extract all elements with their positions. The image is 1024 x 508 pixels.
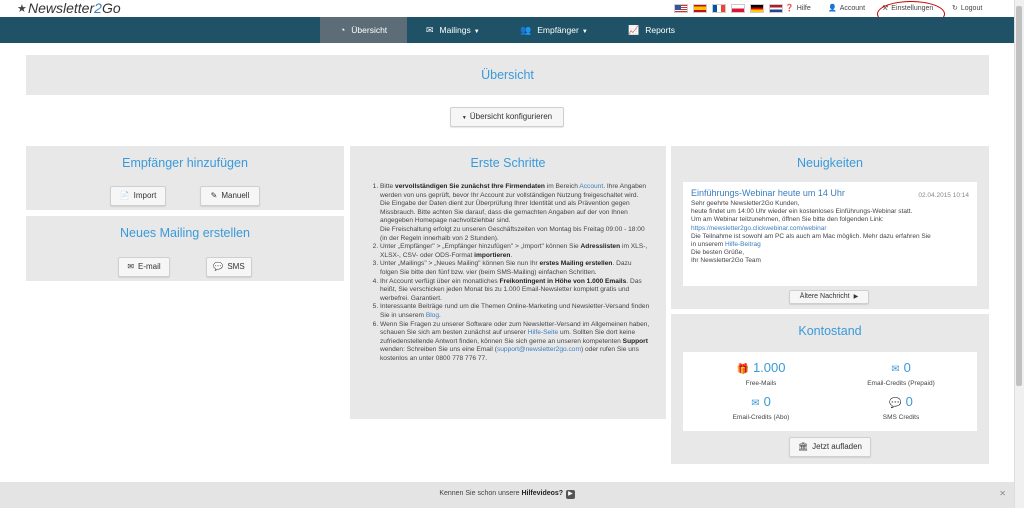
sms-button[interactable]: 💬 SMS (206, 257, 252, 277)
webinar-link[interactable]: https://newsletter2go.clickwebinar.com/w… (691, 225, 969, 233)
file-icon: 📄 (119, 191, 130, 200)
language-flags (674, 4, 783, 13)
mailing-panel: Neues Mailing erstellen ✉ E-mail 💬 SMS (26, 216, 344, 281)
account-status-title: Kontostand (798, 324, 862, 338)
user-icon: 👤 (828, 5, 837, 12)
help-videos-link[interactable]: Hilfevideos? (521, 490, 563, 497)
nav-item-mailings[interactable]: ✉ Mailings ▼ (426, 17, 480, 43)
first-steps-list: Bitte vervollständigen Sie zunächst Ihre… (370, 183, 650, 363)
flag-polish-icon[interactable] (731, 4, 745, 13)
news-item-body: Sehr geehrte Newsletter2Go Kunden, heute… (691, 200, 969, 266)
speedometer-icon: ◔ (339, 25, 346, 35)
flag-german-icon[interactable] (750, 4, 764, 13)
bank-icon: 🏛 (798, 442, 809, 451)
nav-item-recipients[interactable]: 👥 Empfänger ▼ (520, 17, 588, 43)
email-prepaid-stat: ✉ 0 Email-Credits (Prepaid) (867, 360, 935, 387)
caret-down-icon: ▼ (473, 29, 480, 35)
list-item: Ihr Account verfügt über ein monatliches… (380, 278, 650, 304)
list-item: Bitte vervollständigen Sie zunächst Ihre… (380, 183, 650, 243)
chevron-right-icon: ▶ (853, 294, 859, 300)
overview-header: Übersicht (26, 55, 989, 95)
manual-button[interactable]: ✎ Manuell (200, 186, 260, 206)
news-item: Einführungs-Webinar heute um 14 Uhr 02.0… (683, 182, 977, 286)
envelope-icon: ✉ (426, 25, 434, 35)
news-title: Neuigkeiten (796, 156, 863, 170)
chart-icon: 📈 (628, 25, 640, 35)
logout-icon: ↻ (952, 5, 958, 12)
older-news-button[interactable]: Ältere Nachricht ▶ (789, 290, 869, 304)
speech-bubble-icon: 💬 (213, 262, 224, 271)
caret-down-icon: ▼ (461, 115, 467, 121)
help-article-link[interactable]: Hilfe-Beitrag (725, 241, 761, 248)
list-item: Unter „Empfänger" > „Empfänger hinzufüge… (380, 243, 650, 260)
help-page-link[interactable]: Hilfe-Seite (528, 329, 558, 336)
scrollbar-thumb[interactable] (1016, 6, 1022, 386)
topup-button[interactable]: 🏛 Jetzt aufladen (789, 437, 871, 457)
gift-icon: 🎁 (736, 364, 749, 375)
nav-item-reports[interactable]: 📈 Reports (628, 17, 675, 43)
logo[interactable]: Newsletter2Go (28, 0, 121, 16)
main-nav: ◔ Übersicht ✉ Mailings ▼ 👥 Empfänger ▼ 📈 Repor… (0, 17, 1014, 43)
support-email-link[interactable]: support@newsletter2go.com (497, 346, 581, 353)
sms-credits-stat: 💬 0 SMS Credits (882, 394, 920, 421)
news-panel: Neuigkeiten Einführungs-Webinar heute um… (671, 146, 989, 309)
logo-icon: ★ (17, 3, 27, 15)
envelope-icon: ✉ (127, 262, 135, 271)
recipients-title: Empfänger hinzufügen (122, 156, 248, 170)
pencil-icon: ✎ (210, 191, 218, 200)
top-bar: ★ Newsletter2Go ❓ Hilfe 👤 Account ⚒ Einstel… (0, 0, 1014, 27)
first-steps-title: Erste Schritte (470, 156, 546, 170)
email-button[interactable]: ✉ E-mail (118, 257, 170, 277)
mailing-title: Neues Mailing erstellen (120, 226, 250, 240)
flag-spanish-icon[interactable] (693, 4, 707, 13)
account-link[interactable]: Account (579, 183, 603, 190)
free-mails-stat: 🎁 1.000 Free-Mails (736, 360, 786, 387)
recipients-panel: Empfänger hinzufügen 📄 Import ✎ Manuell (26, 146, 344, 210)
nav-item-overview[interactable]: ◔ Übersicht (320, 17, 407, 43)
help-link[interactable]: ❓ Hilfe (785, 4, 811, 12)
question-icon: ❓ (785, 5, 794, 12)
flag-french-icon[interactable] (712, 4, 726, 13)
users-icon: 👥 (520, 25, 532, 35)
envelope-plus-icon: ✉ (751, 398, 760, 409)
list-item: Wenn Sie Fragen zu unserer Software oder… (380, 321, 650, 364)
list-item: Interessante Beiträge rund um die Themen… (380, 303, 650, 320)
news-item-date: 02.04.2015 10:14 (918, 192, 969, 199)
page-title: Übersicht (481, 68, 534, 82)
account-link[interactable]: 👤 Account (828, 4, 865, 12)
first-steps-panel: Erste Schritte Bitte vervollständigen Si… (350, 146, 666, 419)
flag-english-icon[interactable] (674, 4, 688, 13)
close-icon[interactable]: ✕ (999, 482, 1006, 506)
blog-link[interactable]: Blog (426, 312, 439, 319)
logout-link[interactable]: ↻ Logout (952, 4, 982, 12)
list-item: Unter „Mailings" > „Neues Mailing" könne… (380, 260, 650, 277)
account-status-panel: Kontostand 🎁 1.000 Free-Mails ✉ 0 Email-Cr… (671, 314, 989, 464)
help-videos-bar: Kennen Sie schon unsere Hilfevideos? ▶ ✕ (0, 482, 1014, 508)
credits-box: 🎁 1.000 Free-Mails ✉ 0 Email-Credits (Prep… (683, 352, 977, 431)
video-camera-icon[interactable]: ▶ (566, 490, 575, 499)
import-button[interactable]: 📄 Import (110, 186, 166, 206)
configure-overview-button[interactable]: ▼ Übersicht konfigurieren (450, 107, 564, 127)
speech-bubble-icon: 💬 (889, 398, 902, 409)
flag-dutch-icon[interactable] (769, 4, 783, 13)
caret-down-icon: ▼ (581, 29, 588, 35)
email-abo-stat: ✉ 0 Email-Credits (Abo) (732, 394, 790, 421)
envelope-icon: ✉ (891, 364, 900, 375)
